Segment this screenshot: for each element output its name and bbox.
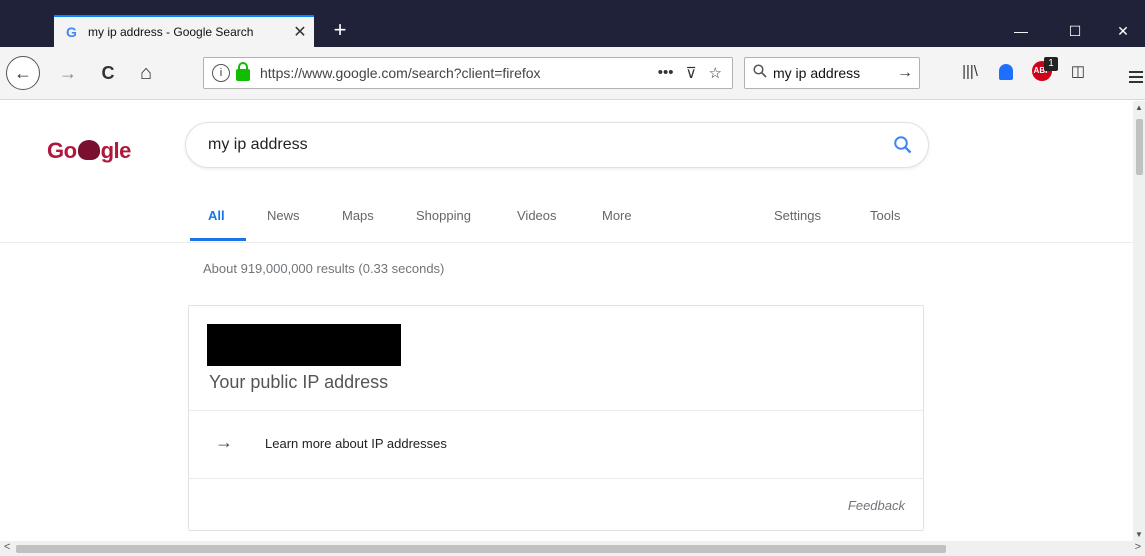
tab-maps[interactable]: Maps — [342, 208, 374, 223]
search-icon — [753, 63, 767, 83]
home-button[interactable]: ⌂ — [130, 57, 162, 89]
ghostery-extension-icon[interactable] — [996, 61, 1016, 83]
page-actions-icon[interactable]: ••• — [658, 64, 674, 82]
public-ip-label: Your public IP address — [209, 372, 389, 392]
tab-news[interactable]: News — [267, 208, 300, 223]
tabs-divider — [0, 242, 1133, 243]
tab-more[interactable]: More — [602, 208, 632, 223]
new-tab-button[interactable]: + — [326, 17, 354, 45]
search-go-icon[interactable]: → — [897, 64, 919, 82]
bookmark-star-icon[interactable]: ☆ — [709, 64, 722, 82]
result-stats: About 919,000,000 results (0.33 seconds) — [203, 261, 445, 276]
learn-more-link[interactable]: Learn more about IP addresses — [265, 436, 447, 451]
library-icon[interactable]: |||\ — [960, 61, 980, 83]
pocket-icon[interactable]: ⊽ — [686, 64, 697, 82]
forward-button[interactable]: → — [52, 57, 84, 89]
arrow-right-icon[interactable]: → — [215, 432, 233, 453]
page-content: Go gle my ip address All News Maps Shoppi… — [0, 101, 1133, 541]
search-tabs: All News Maps Shopping Videos More Setti… — [190, 204, 920, 242]
browser-search-bar[interactable]: my ip address → — [744, 57, 920, 89]
browser-titlebar: G my ip address - Google Search ✕ + — ☐ … — [0, 0, 1145, 47]
vertical-scrollbar[interactable]: ▲ ▼ — [1133, 101, 1145, 541]
search-input[interactable]: my ip address — [208, 136, 878, 154]
horizontal-scrollbar[interactable]: < > — [0, 541, 1145, 556]
scroll-up-icon[interactable]: ▲ — [1135, 103, 1143, 112]
tab-settings[interactable]: Settings — [774, 208, 821, 223]
scroll-left-icon[interactable]: < — [4, 541, 10, 553]
close-window-button[interactable]: ✕ — [1100, 16, 1145, 46]
adblock-badge: 1 — [1044, 57, 1058, 71]
google-search-box[interactable]: my ip address — [185, 122, 929, 168]
hamburger-menu-icon[interactable] — [1129, 71, 1143, 85]
card-divider — [189, 478, 923, 479]
scroll-right-icon[interactable]: > — [1135, 541, 1141, 553]
logo-text-right: gle — [100, 138, 132, 163]
vertical-scroll-thumb[interactable] — [1136, 119, 1143, 175]
feedback-link[interactable]: Feedback — [848, 498, 905, 513]
horizontal-scroll-thumb[interactable] — [16, 545, 946, 553]
url-text[interactable]: https://www.google.com/search?client=fir… — [260, 65, 658, 81]
sidebar-icon[interactable]: ◫ — [1068, 61, 1088, 83]
ip-answer-card: Your public IP address → Learn more abou… — [188, 305, 924, 531]
reload-button[interactable]: C — [92, 57, 124, 89]
google-favicon-icon: G — [66, 24, 77, 40]
search-submit-icon[interactable] — [878, 122, 928, 168]
navigation-toolbar: ← → C ⌂ i https://www.google.com/search?… — [0, 47, 1145, 100]
url-bar[interactable]: i https://www.google.com/search?client=f… — [203, 57, 733, 89]
maximize-button[interactable]: ☐ — [1052, 16, 1098, 46]
lock-icon — [236, 62, 250, 81]
minimize-button[interactable]: — — [998, 16, 1044, 46]
info-icon[interactable]: i — [212, 64, 230, 82]
active-tab-indicator — [190, 238, 246, 241]
tab-title: my ip address - Google Search — [88, 25, 254, 39]
search-bar-text[interactable]: my ip address — [773, 65, 897, 81]
google-logo[interactable]: Go gle — [47, 138, 131, 164]
tab-videos[interactable]: Videos — [517, 208, 557, 223]
logo-text-left: Go — [47, 138, 77, 163]
card-divider — [189, 410, 923, 411]
owl-doodle-icon — [77, 140, 100, 160]
back-button[interactable]: ← — [6, 56, 40, 90]
browser-tab[interactable]: G my ip address - Google Search ✕ — [54, 15, 314, 47]
tab-tools[interactable]: Tools — [870, 208, 900, 223]
tab-close-icon[interactable]: ✕ — [286, 22, 314, 42]
redacted-ip-address — [207, 324, 401, 366]
adblock-extension-icon[interactable]: ABP 1 — [1032, 57, 1058, 83]
scroll-down-icon[interactable]: ▼ — [1135, 530, 1143, 539]
tab-all[interactable]: All — [208, 208, 225, 223]
tab-shopping[interactable]: Shopping — [416, 208, 471, 223]
